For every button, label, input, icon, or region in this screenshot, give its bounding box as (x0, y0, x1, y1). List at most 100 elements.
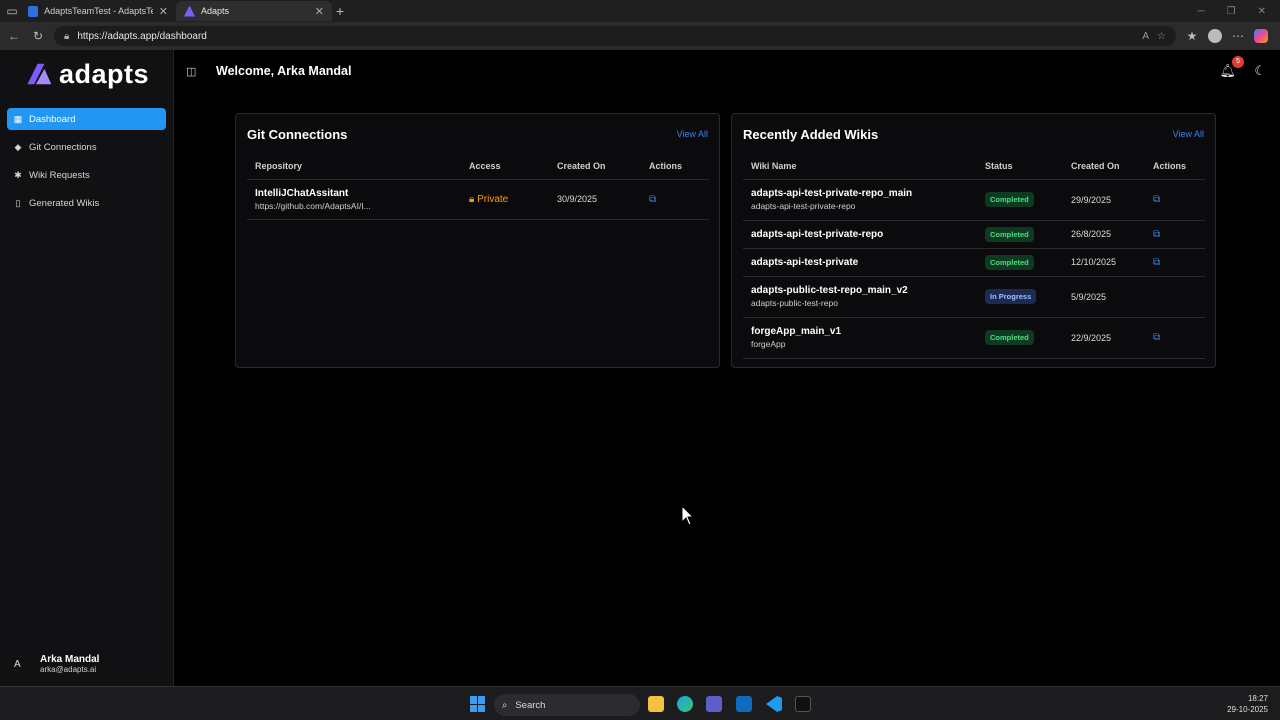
search-icon: ⌕ (502, 699, 508, 711)
notification-badge: 5 (1232, 56, 1244, 68)
external-link-icon[interactable]: ⧉ (1153, 332, 1160, 343)
azure-devops-icon (28, 5, 39, 17)
recent-wikis-card: Recently Added Wikis View All Wiki Name … (731, 113, 1216, 368)
clock-date: 29-10-2025 (1227, 705, 1268, 714)
close-tab-icon[interactable]: ✕ (159, 5, 168, 18)
sidebar-item-label: Dashboard (29, 113, 76, 125)
browser-toolbar: ← ↻ 🔒︎ https://adapts.app/dashboard A ☆ … (0, 22, 1280, 50)
wiki-name: forgeApp_main_v1 (751, 326, 842, 337)
copilot-icon[interactable] (1254, 29, 1268, 43)
browser-tab-1[interactable]: AdaptsTeamTest - AdaptsTeamTe ✕ (20, 1, 176, 21)
sidebar-item-label: Git Connections (29, 141, 97, 153)
created-date: 29/9/2025 (1063, 179, 1145, 221)
grid-icon: ▦ (13, 113, 23, 124)
user-email: arka@adapts.ai (40, 665, 97, 674)
table-row[interactable]: adapts-api-test-private-repo Completed 26/… (743, 220, 1205, 249)
logo-text: adapts (58, 58, 149, 89)
repo-url: https://github.com/AdaptsAI/I... (255, 200, 371, 211)
column-header: Repository (247, 154, 461, 180)
wiki-repo: forgeApp (751, 339, 786, 349)
favorites-icon[interactable]: ★ (1184, 29, 1200, 43)
external-link-icon[interactable]: ⧉ (649, 194, 656, 205)
lock-icon: 🔒︎ (469, 193, 478, 205)
windows-start-icon[interactable] (470, 696, 486, 712)
table-row[interactable]: adapts-api-test-private-repo_main adapts-… (743, 179, 1205, 221)
sidebar-toggle-icon[interactable]: ◫ (186, 65, 196, 78)
adapts-logo[interactable]: adapts (0, 50, 173, 98)
status-badge: Completed (985, 192, 1034, 207)
sidebar-item-wiki-requests[interactable]: ✱ Wiki Requests (7, 164, 166, 186)
profile-icon[interactable] (1208, 29, 1222, 43)
card-title: Git Connections (247, 127, 348, 142)
status-badge: Completed (985, 226, 1034, 242)
browser-tab-bar: ▭ AdaptsTeamTest - AdaptsTeamTe ✕ Adapts… (0, 0, 1280, 22)
app-header: ◫ Welcome, Arka Mandal 🔔︎ 5 ☾ (174, 50, 1280, 92)
git-table: Repository Access Created On Actions Int… (247, 154, 709, 220)
column-header: Created On (549, 154, 641, 180)
sidebar-item-generated-wikis[interactable]: ▯ Generated Wikis (7, 192, 166, 214)
table-row[interactable]: adapts-public-test-repo_main_v2 adapts-pu… (743, 276, 1205, 318)
terminal-icon[interactable] (795, 696, 811, 712)
column-header: Status (977, 154, 1063, 180)
wiki-repo: adapts-api-test-private-repo (751, 201, 856, 211)
status-badge: Completed (985, 330, 1034, 345)
repo-name: IntelliJChatAssitant (255, 187, 349, 199)
browser-tab-2[interactable]: Adapts ✕ (176, 1, 332, 21)
maximize-icon[interactable]: ❐ (1227, 6, 1236, 17)
vscode-icon[interactable] (766, 696, 782, 712)
new-tab-icon[interactable]: + (332, 3, 348, 19)
edge-icon[interactable] (677, 696, 693, 712)
adapts-logo-icon (27, 63, 52, 85)
read-aloud-icon[interactable]: A (1142, 31, 1149, 42)
close-tab-icon[interactable]: ✕ (315, 5, 324, 18)
created-date: 5/9/2025 (1063, 276, 1145, 318)
column-header: Created On (1063, 154, 1145, 180)
created-date: 30/9/2025 (549, 179, 641, 220)
more-icon[interactable]: ⋯ (1230, 29, 1246, 43)
moon-icon[interactable]: ☾ (1254, 63, 1266, 79)
created-date: 12/10/2025 (1063, 248, 1145, 277)
book-icon: ▯ (15, 197, 21, 208)
tab-actions-icon[interactable]: ▭ (4, 4, 20, 18)
url-text: https://adapts.app/dashboard (77, 30, 207, 42)
refresh-icon[interactable]: ↻ (30, 29, 46, 43)
lock-icon: 🔒︎ (64, 30, 70, 42)
wikis-table: Wiki Name Status Created On Actions adap… (743, 154, 1205, 359)
table-row[interactable]: adapts-api-test-private Completed 12/10/20… (743, 248, 1205, 277)
address-bar[interactable]: 🔒︎ https://adapts.app/dashboard A ☆ (54, 26, 1176, 46)
view-all-link[interactable]: View All (1173, 129, 1204, 139)
sidebar-item-git-connections[interactable]: ◆ Git Connections (7, 136, 166, 158)
external-link-icon[interactable]: ⧉ (1153, 194, 1160, 205)
clock-time: 18:27 (1247, 694, 1268, 703)
sidebar-item-label: Wiki Requests (29, 169, 90, 181)
view-all-link[interactable]: View All (677, 129, 708, 139)
sidebar: adapts ▦ Dashboard ◆ Git Connections ✱ W… (0, 50, 174, 686)
wiki-name: adapts-api-test-private (751, 256, 859, 268)
external-link-icon[interactable]: ⧉ (1153, 229, 1160, 240)
tab-label: Adapts (201, 6, 230, 16)
minimize-icon[interactable]: ─ (1198, 6, 1205, 17)
system-clock[interactable]: 18:27 29-10-2025 (1227, 693, 1268, 715)
close-window-icon[interactable]: ✕ (1258, 6, 1266, 17)
teams-icon[interactable] (706, 696, 722, 712)
column-header: Actions (641, 154, 709, 180)
outlook-icon[interactable] (736, 696, 752, 712)
user-profile[interactable]: A Arka Mandal arka@adapts.ai (14, 654, 99, 674)
created-date: 26/8/2025 (1063, 220, 1145, 249)
network-icon: ✱ (14, 169, 22, 180)
avatar: A (14, 658, 21, 670)
adapts-tab-icon (184, 5, 195, 17)
sidebar-item-dashboard[interactable]: ▦ Dashboard (7, 108, 166, 130)
column-header: Wiki Name (743, 154, 977, 180)
table-row[interactable]: forgeApp_main_v1 forgeApp Completed 22/9/20… (743, 317, 1205, 359)
created-date: 22/9/2025 (1063, 317, 1145, 359)
external-link-icon[interactable]: ⧉ (1153, 257, 1160, 268)
taskbar-search[interactable]: ⌕ Search (494, 694, 640, 716)
file-explorer-icon[interactable] (648, 696, 664, 712)
git-icon: ◆ (14, 141, 22, 152)
mouse-cursor-icon (682, 506, 694, 526)
back-icon[interactable]: ← (6, 29, 22, 43)
status-badge: Completed (985, 254, 1034, 270)
table-row[interactable]: IntelliJChatAssitant https://github.com/… (247, 179, 709, 220)
favorite-icon[interactable]: ☆ (1157, 31, 1166, 42)
